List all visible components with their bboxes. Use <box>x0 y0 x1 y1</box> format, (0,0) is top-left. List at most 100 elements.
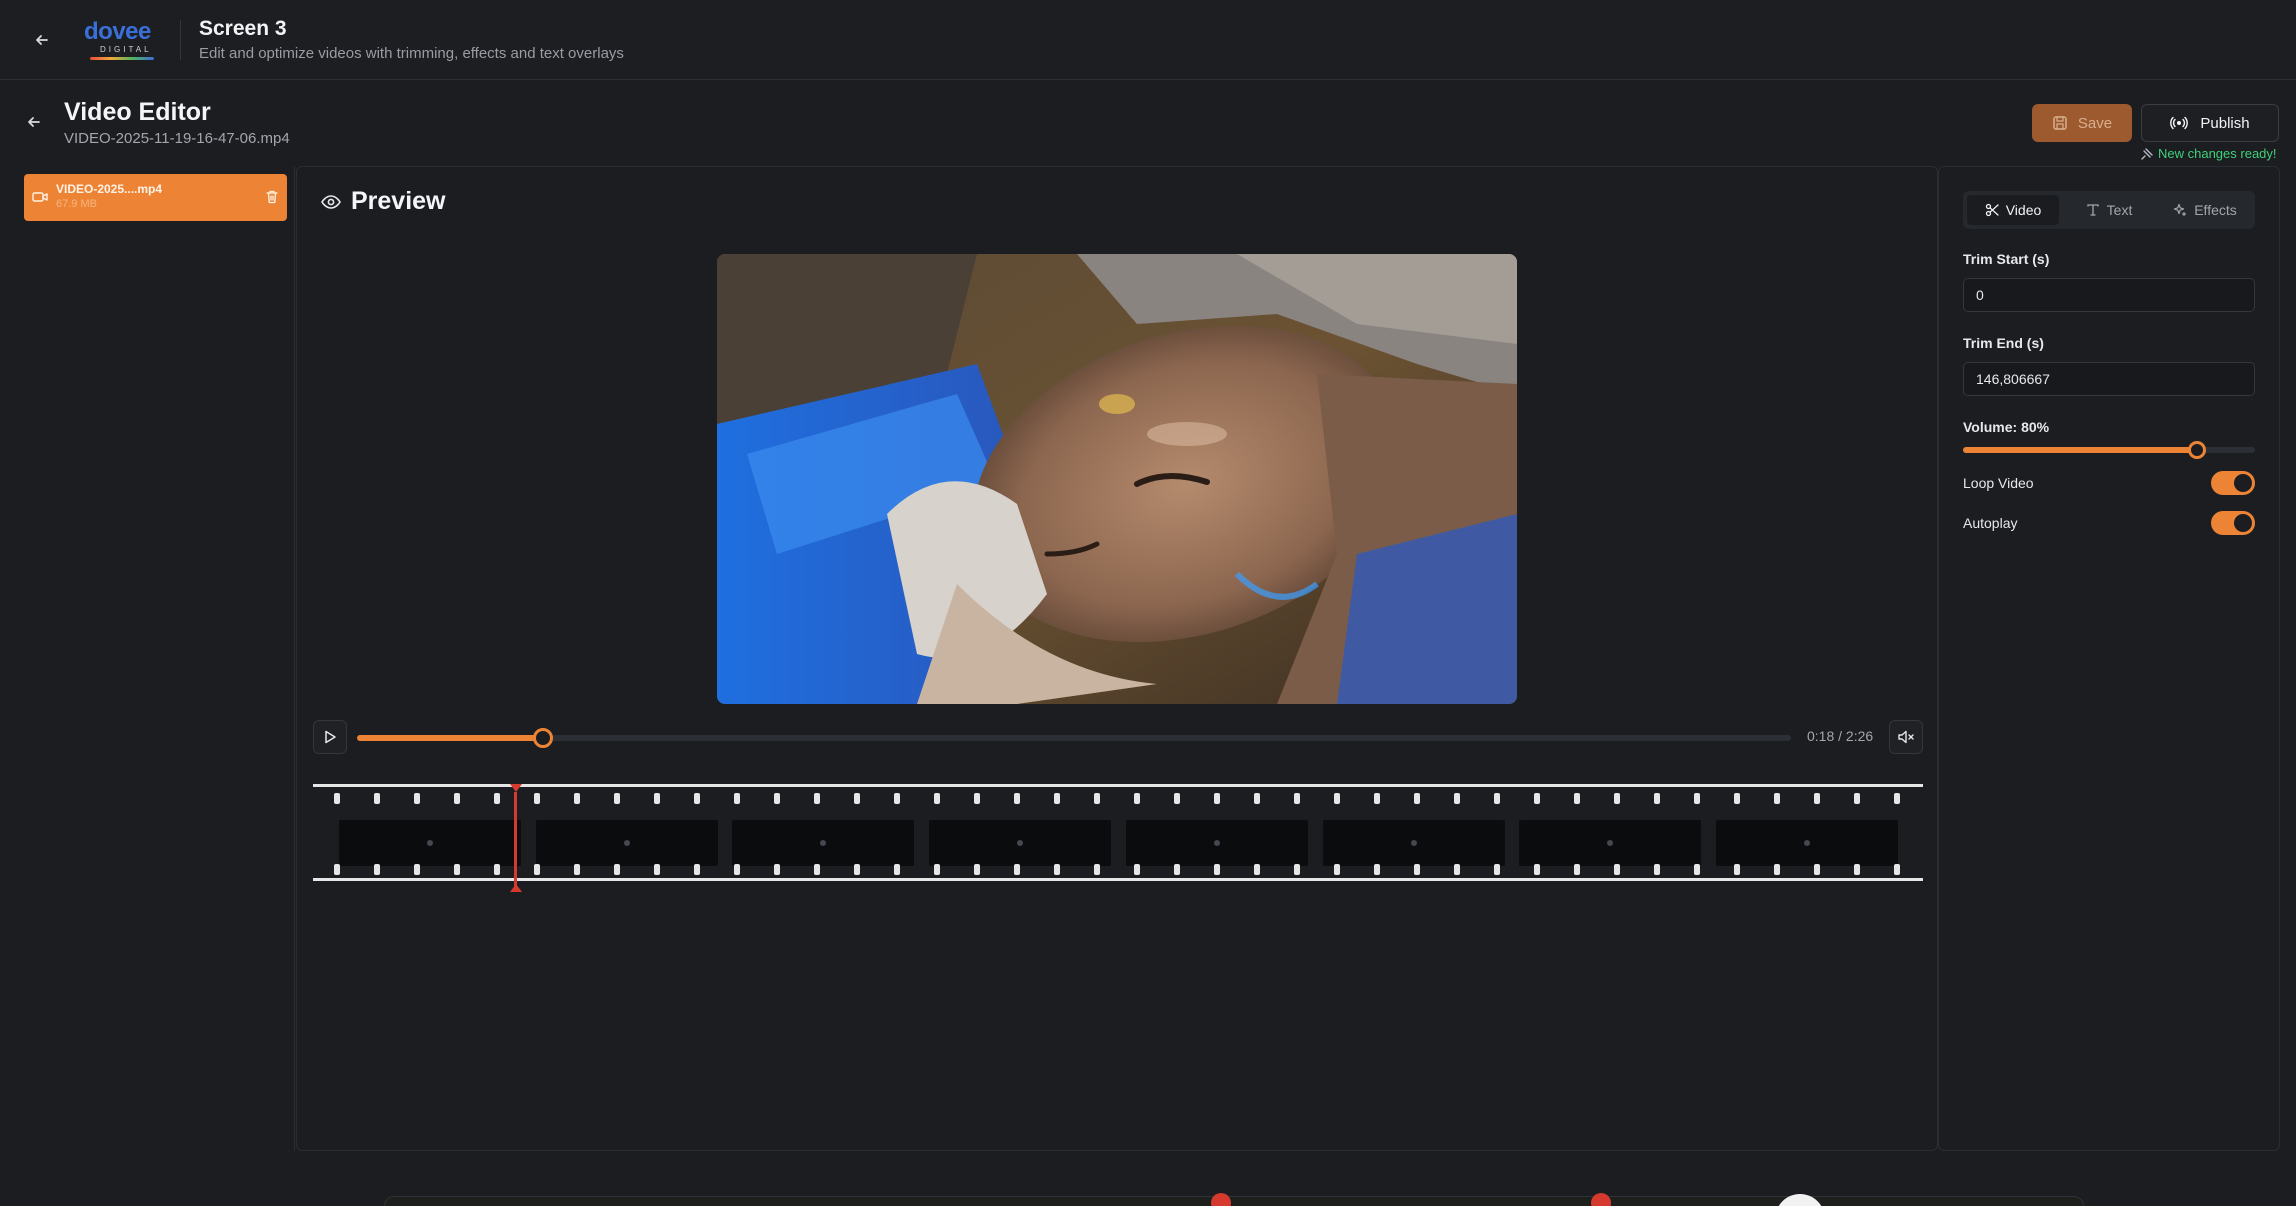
file-list-item[interactable]: VIDEO-2025....mp4 67.9 MB <box>24 174 287 221</box>
header-divider <box>180 20 181 60</box>
volume-label: Volume: 80% <box>1963 419 2050 435</box>
file-list-panel: VIDEO-2025....mp4 67.9 MB <box>16 166 295 1151</box>
text-icon <box>2087 204 2099 216</box>
volume-slider[interactable] <box>1963 441 2255 459</box>
seek-bar[interactable] <box>357 728 1791 748</box>
film-sprocket <box>1494 793 1500 804</box>
scissors-icon <box>1985 203 1999 217</box>
filmstrip-frame[interactable] <box>1322 820 1505 866</box>
filmstrip-frame[interactable] <box>1715 820 1898 866</box>
trim-start-input[interactable] <box>1963 278 2255 312</box>
file-name: VIDEO-2025....mp4 <box>56 182 163 196</box>
film-sprocket <box>1094 793 1100 804</box>
film-sprocket <box>1734 864 1740 875</box>
trash-icon[interactable] <box>264 189 280 205</box>
film-sprocket <box>574 864 580 875</box>
back-button[interactable] <box>26 24 58 56</box>
film-sprocket <box>614 793 620 804</box>
film-sprocket <box>774 793 780 804</box>
video-player[interactable] <box>717 254 1517 704</box>
film-sprocket <box>1854 793 1860 804</box>
time-display: 0:18 / 2:26 <box>1807 728 1874 744</box>
preview-header: Preview <box>321 187 446 216</box>
film-sprocket <box>1654 793 1660 804</box>
autoplay-toggle[interactable] <box>2211 511 2255 535</box>
toggle-knob <box>2234 514 2252 532</box>
editor-back-button[interactable] <box>18 108 50 136</box>
sparkles-icon <box>2174 203 2187 217</box>
preview-panel: Preview 0:18 / 2:26 <box>296 166 1938 1151</box>
film-sprocket <box>654 864 660 875</box>
filmstrip-frame[interactable] <box>1125 820 1308 866</box>
timeline-filmstrip[interactable] <box>313 784 1923 894</box>
play-button[interactable] <box>313 720 347 754</box>
video-frame-image <box>717 254 1517 704</box>
film-sprocket <box>454 793 460 804</box>
trim-end-input[interactable] <box>1963 362 2255 396</box>
timeline-playhead[interactable] <box>514 792 518 890</box>
filmstrip-frame[interactable] <box>535 820 718 866</box>
film-sprocket <box>974 864 980 875</box>
film-sprocket <box>1374 864 1380 875</box>
filmstrip-frame[interactable] <box>732 820 915 866</box>
film-sprocket <box>1534 864 1540 875</box>
film-sprocket <box>1774 864 1780 875</box>
film-sprocket <box>1574 864 1580 875</box>
bottom-dock <box>384 1193 2084 1206</box>
film-sprocket <box>774 864 780 875</box>
film-sprocket <box>1174 864 1180 875</box>
film-sprocket <box>1294 864 1300 875</box>
save-button[interactable]: Save <box>2032 104 2132 142</box>
film-sprocket <box>694 793 700 804</box>
tab-effects[interactable]: Effects <box>2159 195 2251 225</box>
tab-text[interactable]: Text <box>2063 195 2155 225</box>
film-sprocket <box>1694 793 1700 804</box>
logo-stripe <box>90 57 154 60</box>
frame-placeholder-dot <box>427 840 433 846</box>
trim-end-label: Trim End (s) <box>1963 335 2044 351</box>
loop-video-label: Loop Video <box>1963 475 2034 491</box>
filmstrip-frame[interactable] <box>929 820 1112 866</box>
film-sprocket <box>1454 793 1460 804</box>
film-sprocket <box>1614 864 1620 875</box>
arrow-left-icon <box>28 117 40 127</box>
film-sprocket <box>1214 864 1220 875</box>
dock-indicator <box>1211 1193 1231 1206</box>
frame-placeholder-dot <box>1017 840 1024 846</box>
film-sprocket <box>734 864 740 875</box>
film-sprocket <box>1774 793 1780 804</box>
film-sprocket <box>1534 793 1540 804</box>
frame-placeholder-dot <box>1803 840 1810 846</box>
film-sprocket <box>894 864 900 875</box>
status-message: New changes ready! <box>2140 146 2277 161</box>
preview-title: Preview <box>351 187 446 215</box>
settings-tabs: Video Text Effects <box>1963 191 2255 229</box>
film-sprocket <box>574 793 580 804</box>
status-text: New changes ready! <box>2158 146 2277 161</box>
tab-video[interactable]: Video <box>1967 195 2059 225</box>
mute-button[interactable] <box>1889 720 1923 754</box>
filmstrip-frame[interactable] <box>339 820 521 866</box>
page-title: Screen 3 <box>199 17 287 40</box>
file-size: 67.9 MB <box>56 198 97 210</box>
publish-button[interactable]: Publish <box>2141 104 2279 142</box>
film-sprocket <box>1134 793 1140 804</box>
save-label: Save <box>2077 114 2113 132</box>
film-sprocket <box>854 793 860 804</box>
film-sprocket <box>1494 864 1500 875</box>
frame-placeholder-dot <box>623 840 630 846</box>
film-sprocket <box>454 864 460 875</box>
film-sprocket <box>1814 864 1820 875</box>
volume-slider-handle[interactable] <box>2187 441 2206 459</box>
film-sprocket <box>334 864 340 875</box>
seek-bar-handle[interactable] <box>533 728 554 748</box>
film-sprocket <box>1454 864 1460 875</box>
film-sprocket <box>534 864 540 875</box>
settings-panel: Video Text Effects Trim Start (s) Trim E… <box>1938 166 2280 1151</box>
film-sprocket <box>374 793 380 804</box>
broadcast-icon <box>2170 116 2189 130</box>
loop-video-toggle[interactable] <box>2211 471 2255 495</box>
filmstrip-frame[interactable] <box>1519 820 1702 866</box>
filmstrip-bottom-rail <box>313 878 1923 881</box>
frame-placeholder-dot <box>1213 840 1220 846</box>
